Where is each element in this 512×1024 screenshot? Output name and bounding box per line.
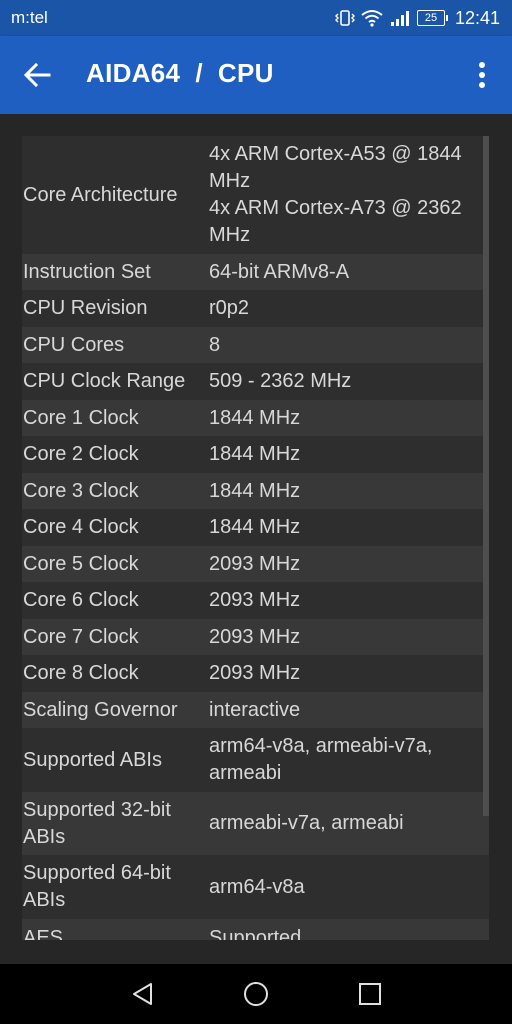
row-value: 1844 MHz (209, 516, 301, 538)
navigation-bar (0, 964, 512, 1024)
row-value: 1844 MHz (209, 479, 301, 502)
table-row: Core 8 Clock 2093 MHz (22, 655, 489, 692)
row-label: Core Architecture (23, 183, 178, 206)
row-value: 64-bit ARMv8-A (209, 260, 350, 283)
scrollbar[interactable] (483, 136, 489, 816)
row-value: 2093 MHz (209, 662, 301, 684)
table-row: CPU Clock Range 509 - 2362 MHz (22, 363, 489, 400)
signal-icon (389, 9, 411, 27)
overflow-menu-icon[interactable] (470, 58, 494, 92)
table-row: Core Architecture 4x ARM Cortex-A53 @ 18… (22, 136, 489, 254)
row-label: Scaling Governor (23, 698, 178, 721)
table-row: Supported 32-bit ABIs armeabi-v7a, armea… (22, 792, 489, 855)
cpu-info-table: Core Architecture 4x ARM Cortex-A53 @ 18… (22, 136, 489, 955)
row-label: Core 8 Clock (23, 662, 139, 684)
row-value: 2093 MHz (209, 552, 301, 575)
cpu-info-panel[interactable]: Core Architecture 4x ARM Cortex-A53 @ 18… (0, 114, 512, 964)
row-value: 2093 MHz (209, 589, 301, 611)
nav-recents-icon[interactable] (357, 981, 383, 1007)
nav-back-icon[interactable] (130, 981, 156, 1007)
battery-icon: 25 (416, 10, 448, 26)
row-label: Core 4 Clock (23, 516, 139, 538)
row-label: Core 6 Clock (23, 589, 139, 611)
table-row: Supported ABIs arm64-v8a, armeabi-v7a, a… (22, 728, 489, 792)
row-label: CPU Clock Range (23, 370, 186, 392)
carrier-name: m:tel (11, 8, 48, 27)
row-label: Core 7 Clock (23, 625, 139, 648)
table-row: Scaling Governor interactive (22, 692, 489, 728)
row-value: arm64-v8a, armeabi-v7a, armeabi (209, 735, 433, 784)
row-label: CPU Cores (23, 333, 125, 356)
page-title: AIDA64 / CPU (86, 58, 274, 88)
table-row: Core 5 Clock 2093 MHz (22, 546, 489, 582)
row-value: interactive (209, 698, 301, 721)
table-row: Instruction Set 64-bit ARMv8-A (22, 254, 489, 290)
table-row: CPU Revision r0p2 (22, 290, 489, 327)
row-label: Core 1 Clock (23, 406, 139, 429)
status-icons: 25 12:41 (334, 6, 500, 30)
row-value: 8 (209, 333, 221, 356)
row-value: 1844 MHz (209, 443, 301, 465)
row-label: CPU Revision (23, 297, 148, 319)
table-row: Core 4 Clock 1844 MHz (22, 509, 489, 546)
back-arrow-icon[interactable] (22, 60, 52, 90)
table-row: Core 3 Clock 1844 MHz (22, 473, 489, 509)
nav-home-icon[interactable] (243, 981, 269, 1007)
row-label: Supported 32-bit ABIs (23, 798, 171, 848)
vibrate-icon (334, 9, 355, 27)
row-label: Core 5 Clock (23, 552, 139, 575)
table-row: Core 2 Clock 1844 MHz (22, 436, 489, 473)
row-value: armeabi-v7a, armeabi (209, 812, 404, 834)
row-label: Instruction Set (23, 260, 151, 283)
row-value: 509 - 2362 MHz (209, 370, 352, 392)
table-row: CPU Cores 8 (22, 327, 489, 363)
table-row: Core 1 Clock 1844 MHz (22, 400, 489, 436)
table-row: Core 6 Clock 2093 MHz (22, 582, 489, 619)
app-bar: AIDA64 / CPU (0, 36, 512, 114)
list-bottom-edge (0, 940, 512, 964)
clock: 12:41 (454, 7, 500, 28)
table-row: Core 7 Clock 2093 MHz (22, 619, 489, 655)
table-row: Supported 64-bit ABIs arm64-v8a (22, 855, 489, 919)
row-value: arm64-v8a (209, 875, 305, 898)
status-bar: m:tel 25 12:41 (0, 0, 512, 36)
row-label: Core 2 Clock (23, 443, 139, 465)
row-value: 4x ARM Cortex-A53 @ 1844 MHz 4x ARM Cort… (209, 143, 462, 246)
wifi-icon (361, 9, 383, 27)
row-value: 2093 MHz (209, 625, 301, 648)
row-label: Supported ABIs (23, 748, 162, 771)
row-label: Core 3 Clock (23, 479, 139, 502)
row-label: Supported 64-bit ABIs (23, 862, 171, 911)
row-value: 1844 MHz (209, 406, 301, 429)
row-value: r0p2 (209, 297, 250, 319)
